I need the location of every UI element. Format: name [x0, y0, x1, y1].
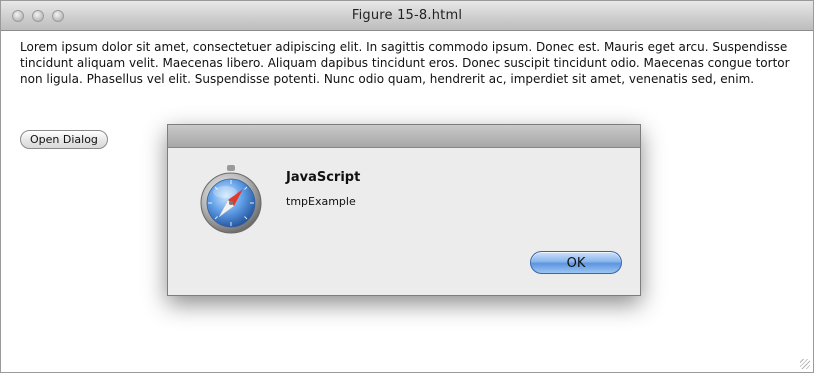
window-title: Figure 15-8.html — [351, 8, 463, 23]
dialog-title: JavaScript — [286, 170, 361, 185]
window-titlebar[interactable]: Figure 15-8.html — [1, 1, 813, 31]
open-dialog-button[interactable]: Open Dialog — [20, 130, 108, 149]
dialog-message: tmpExample — [286, 195, 356, 208]
resize-grip-icon[interactable] — [800, 359, 810, 369]
page-paragraph: Lorem ipsum dolor sit amet, consectetuer… — [20, 40, 790, 86]
ok-button[interactable]: OK — [530, 251, 622, 274]
safari-compass-icon — [200, 165, 262, 234]
javascript-alert-dialog: JavaScript tmpExample OK — [167, 124, 641, 296]
dialog-titlebar[interactable] — [168, 125, 640, 148]
